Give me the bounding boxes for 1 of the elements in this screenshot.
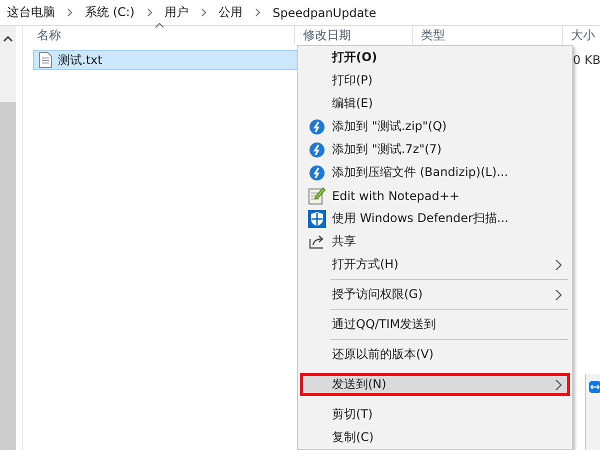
- file-size: 0 KB: [573, 53, 600, 67]
